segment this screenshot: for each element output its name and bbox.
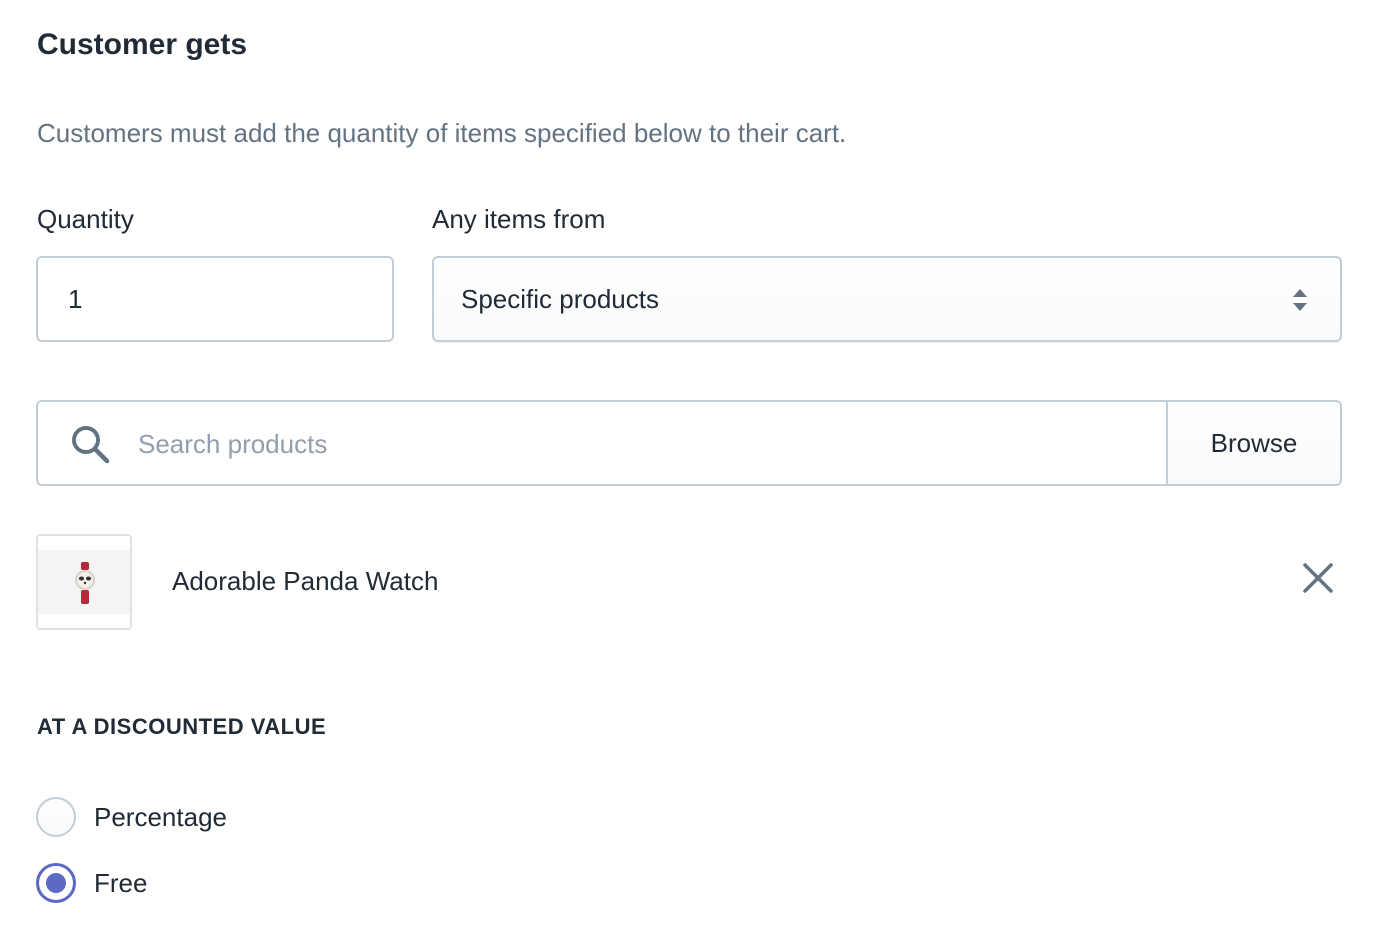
quantity-label: Quantity [37,204,134,234]
items-from-select[interactable]: Specific products [432,256,1342,342]
items-from-selected-value: Specific products [461,283,659,314]
radio-selected-dot [46,873,66,893]
panda-watch-image [75,562,95,604]
radio-option-percentage[interactable]: Percentage [36,797,227,837]
customer-gets-card: Customer gets Customers must add the qua… [0,0,1380,950]
browse-button[interactable]: Browse [1166,402,1340,484]
product-thumbnail [36,534,132,630]
search-icon [72,426,110,464]
radio-label-percentage: Percentage [94,801,227,832]
remove-product-button[interactable] [1300,560,1336,596]
radio-button-percentage[interactable] [36,797,76,837]
close-icon [1303,563,1333,593]
help-text: Customers must add the quantity of items… [37,118,847,148]
product-search-bar: Browse [36,400,1342,486]
select-arrows-icon [1293,289,1307,311]
search-field [38,402,1166,484]
radio-button-free[interactable] [36,863,76,903]
search-input[interactable] [136,402,1140,484]
section-title: Customer gets [37,28,248,61]
radio-option-free[interactable]: Free [36,863,147,903]
selected-product-row: Adorable Panda Watch [36,534,1342,630]
quantity-input[interactable] [36,256,394,342]
radio-label-free: Free [94,867,148,898]
discount-heading: AT A DISCOUNTED VALUE [37,714,327,739]
product-name: Adorable Panda Watch [172,566,439,596]
items-from-label: Any items from [432,204,606,234]
